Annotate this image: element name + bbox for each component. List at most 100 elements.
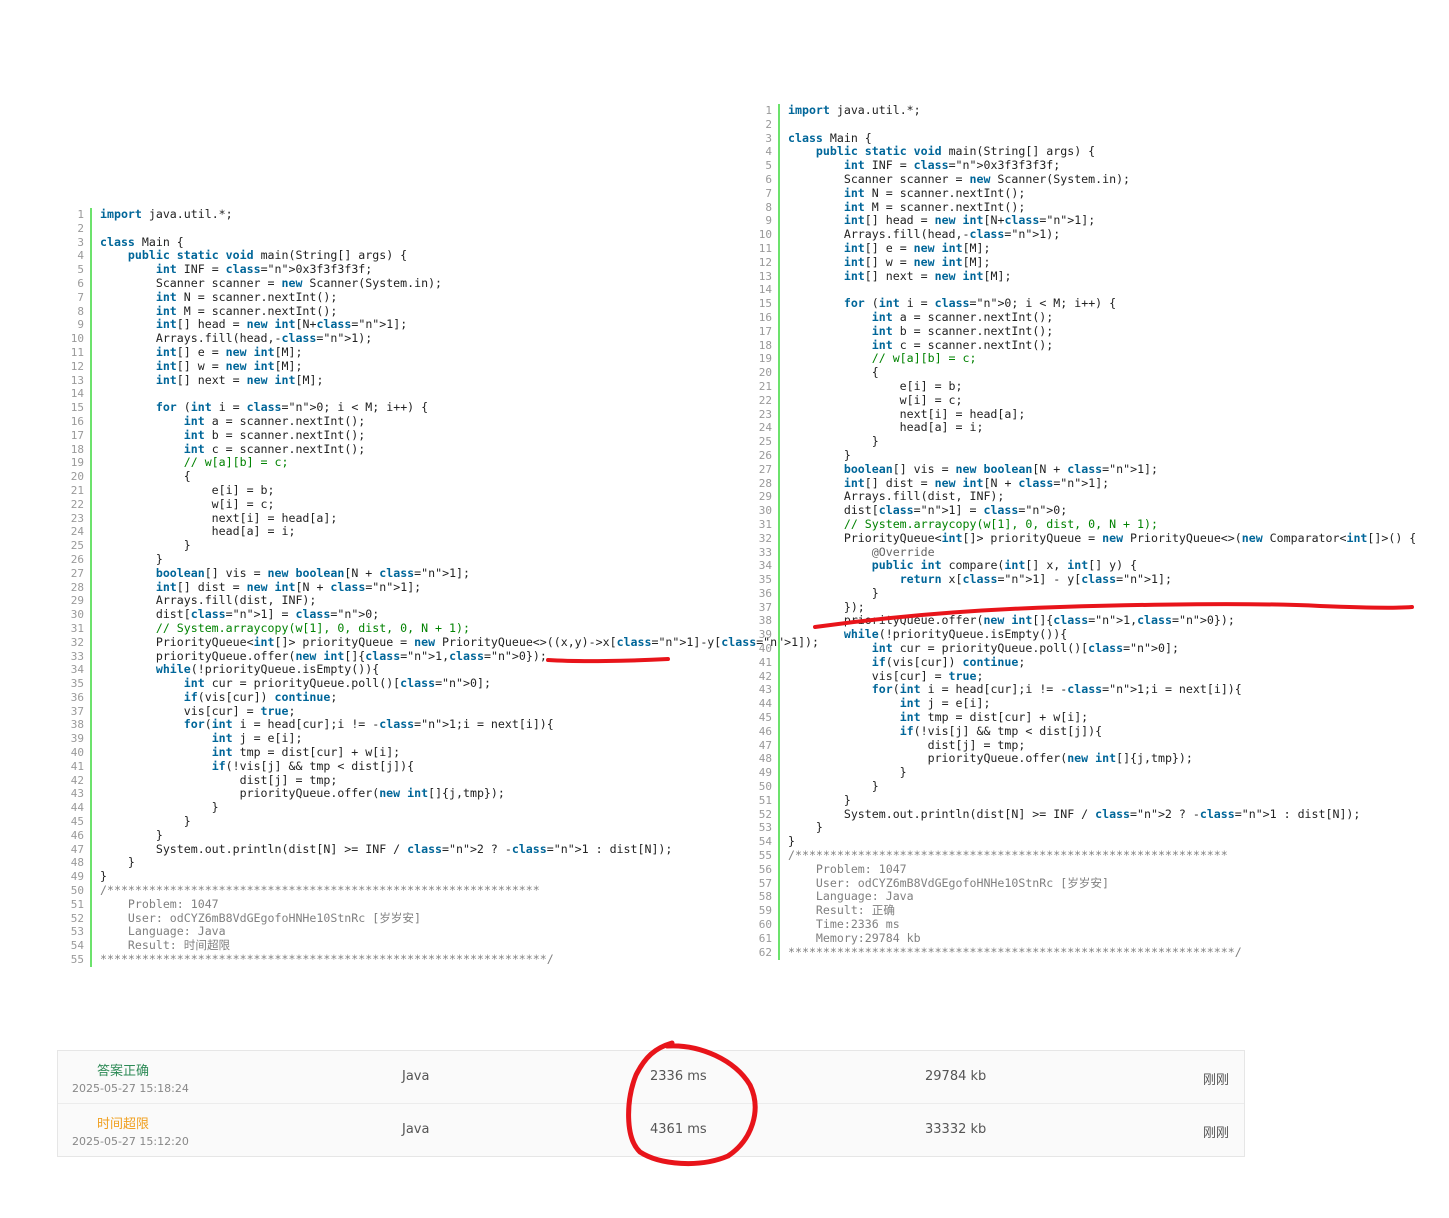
- line-number: 21: [70, 483, 84, 497]
- code-text: Language: Java: [788, 889, 914, 904]
- code-line: 22 w[i] = c;: [62, 497, 702, 512]
- code-text: int cur = priorityQueue.poll()[class="n"…: [183, 676, 491, 691]
- line-number: 50: [70, 884, 84, 898]
- code-text: }: [788, 585, 879, 600]
- code-line: 13 int[] next = new int[M];: [62, 372, 702, 388]
- code-line: 20 {: [62, 469, 702, 484]
- code-line: 33 @Override: [750, 544, 1449, 560]
- code-line: 52 User: odCYZ6mB8VdGEgofoHNHe10StnRc [岁…: [62, 911, 702, 926]
- code-text: e[i] = b;: [788, 378, 963, 393]
- code-text: @Override: [788, 544, 935, 559]
- line-number: 52: [758, 807, 772, 821]
- code-line: 1 import java.util.*;: [62, 207, 702, 222]
- line-number: 37: [70, 704, 84, 718]
- code-text: }: [788, 434, 879, 449]
- code-line: 55 **************************************…: [62, 952, 702, 967]
- submission-runtime: 2336 ms: [650, 1069, 707, 1084]
- code-line: 26 }: [750, 448, 1449, 463]
- code-line: 7 int N = scanner.nextInt();: [62, 290, 702, 305]
- code-line: 9 int[] head = new int[N+class="n">1];: [750, 213, 1449, 228]
- code-line: 38 for(int i = head[cur];i != -class="n"…: [62, 718, 702, 732]
- code-line: 48 }: [62, 856, 702, 870]
- line-number: 14: [758, 283, 772, 297]
- submission-status[interactable]: 时间超限: [97, 1113, 149, 1132]
- line-number: 53: [758, 821, 772, 835]
- code-text: }: [100, 814, 191, 829]
- line-number: 51: [758, 793, 772, 807]
- submission-row[interactable]: 答案正确 2025-05-27 15:18:24 Java 2336 ms 29…: [58, 1051, 1244, 1104]
- code-text: }: [788, 765, 907, 780]
- code-line: 48 priorityQueue.offer(new int[]{j,tmp})…: [750, 752, 1449, 766]
- code-text: priorityQueue.offer(new int[]{class="n">…: [100, 648, 547, 663]
- code-line: 35 return x[class="n">1] - y[class="n">1…: [750, 572, 1449, 587]
- line-number: 10: [758, 228, 772, 242]
- line-number: 43: [70, 787, 84, 801]
- line-number: 1: [765, 104, 772, 117]
- submission-timestamp: 2025-05-27 15:18:24: [72, 1082, 189, 1095]
- code-line: 15 for (int i = class="n">0; i < M; i++)…: [750, 296, 1449, 311]
- code-line: 35 int cur = priorityQueue.poll()[class=…: [62, 676, 702, 691]
- code-line: 36 if(vis[cur]) continue;: [62, 690, 702, 705]
- code-line: 10 Arrays.fill(head,-class="n">1);: [62, 331, 702, 346]
- line-number: 45: [70, 815, 84, 829]
- code-text: boolean[] vis = new boolean[N + class="n…: [843, 461, 1159, 476]
- line-number: 44: [70, 801, 84, 815]
- code-text: int[] dist = new int[N + class="n">1];: [843, 475, 1110, 490]
- line-number: 37: [758, 600, 772, 614]
- code-listing-right: 1 import java.util.*; 2 3 class Main {4 publ…: [750, 103, 1449, 960]
- submission-row[interactable]: 时间超限 2025-05-27 15:12:20 Java 4361 ms 33…: [58, 1104, 1244, 1156]
- line-number: 44: [758, 697, 772, 711]
- code-line: 32 PriorityQueue<int[]> priorityQueue = …: [62, 635, 819, 650]
- code-line: 56 Problem: 1047: [750, 862, 1449, 877]
- submission-language: Java: [402, 1122, 430, 1137]
- code-line: 11 int[] e = new int[M];: [62, 345, 702, 360]
- code-line: 5 int INF = class="n">0x3f3f3f3f;: [750, 158, 1449, 173]
- line-number: 2: [765, 117, 772, 131]
- code-text: // System.arraycopy(w[1], 0, dist, 0, N …: [100, 620, 470, 635]
- line-number: 50: [758, 780, 772, 794]
- line-number: 46: [758, 724, 772, 738]
- line-number: 34: [70, 663, 84, 677]
- code-text: Scanner scanner = new Scanner(System.in)…: [100, 275, 443, 290]
- code-line: 51 }: [750, 793, 1449, 808]
- line-number: 60: [758, 918, 772, 932]
- line-number: 18: [70, 442, 84, 456]
- submission-status[interactable]: 答案正确: [97, 1060, 149, 1079]
- code-line: 49 }: [750, 765, 1449, 780]
- line-number: 35: [758, 573, 772, 587]
- code-text: int tmp = dist[cur] + w[i];: [899, 710, 1089, 725]
- submission-memory: 33332 kb: [925, 1122, 987, 1137]
- code-text: next[i] = head[a];: [100, 510, 338, 525]
- code-text: }: [100, 869, 107, 884]
- code-text: head[a] = i;: [788, 420, 984, 435]
- line-number: 49: [70, 870, 84, 884]
- code-line: 4 public static void main(String[] args)…: [62, 248, 702, 263]
- code-line: 14: [62, 387, 702, 401]
- code-text: for(int i = head[cur];i != -class="n">1;…: [871, 682, 1242, 697]
- code-line: 6 Scanner scanner = new Scanner(System.i…: [750, 172, 1449, 187]
- line-number: 33: [758, 545, 772, 559]
- code-line: 33 priorityQueue.offer(new int[]{class="…: [62, 648, 702, 664]
- code-text: int[] next = new int[M];: [155, 372, 324, 387]
- code-line: 25 }: [750, 434, 1449, 449]
- code-text: int a = scanner.nextInt();: [183, 413, 366, 428]
- code-line: 14: [750, 283, 1449, 297]
- code-line: 57 User: odCYZ6mB8VdGEgofoHNHe10StnRc [岁…: [750, 876, 1449, 891]
- line-number: 25: [70, 539, 84, 553]
- line-number: 32: [70, 635, 84, 649]
- code-line: 41 if(!vis[j] && tmp < dist[j]){: [62, 759, 702, 774]
- code-line: 4 public static void main(String[] args)…: [750, 144, 1449, 159]
- submission-language: Java: [402, 1069, 430, 1084]
- code-line: 8 int M = scanner.nextInt();: [750, 200, 1449, 215]
- code-line: 31 // System.arraycopy(w[1], 0, dist, 0,…: [750, 517, 1449, 532]
- code-text: boolean[] vis = new boolean[N + class="n…: [155, 565, 471, 580]
- line-number: 62: [758, 945, 772, 959]
- line-number: 55: [758, 849, 772, 863]
- code-line: 44 int j = e[i];: [750, 696, 1449, 711]
- code-text: public int compare(int[] x, int[] y) {: [871, 558, 1138, 573]
- code-line: 50 }: [750, 779, 1449, 794]
- code-line: 3 class Main {: [62, 235, 702, 250]
- line-number: 7: [765, 186, 772, 200]
- code-line: 26 }: [62, 552, 702, 567]
- code-text: int N = scanner.nextInt();: [843, 185, 1026, 200]
